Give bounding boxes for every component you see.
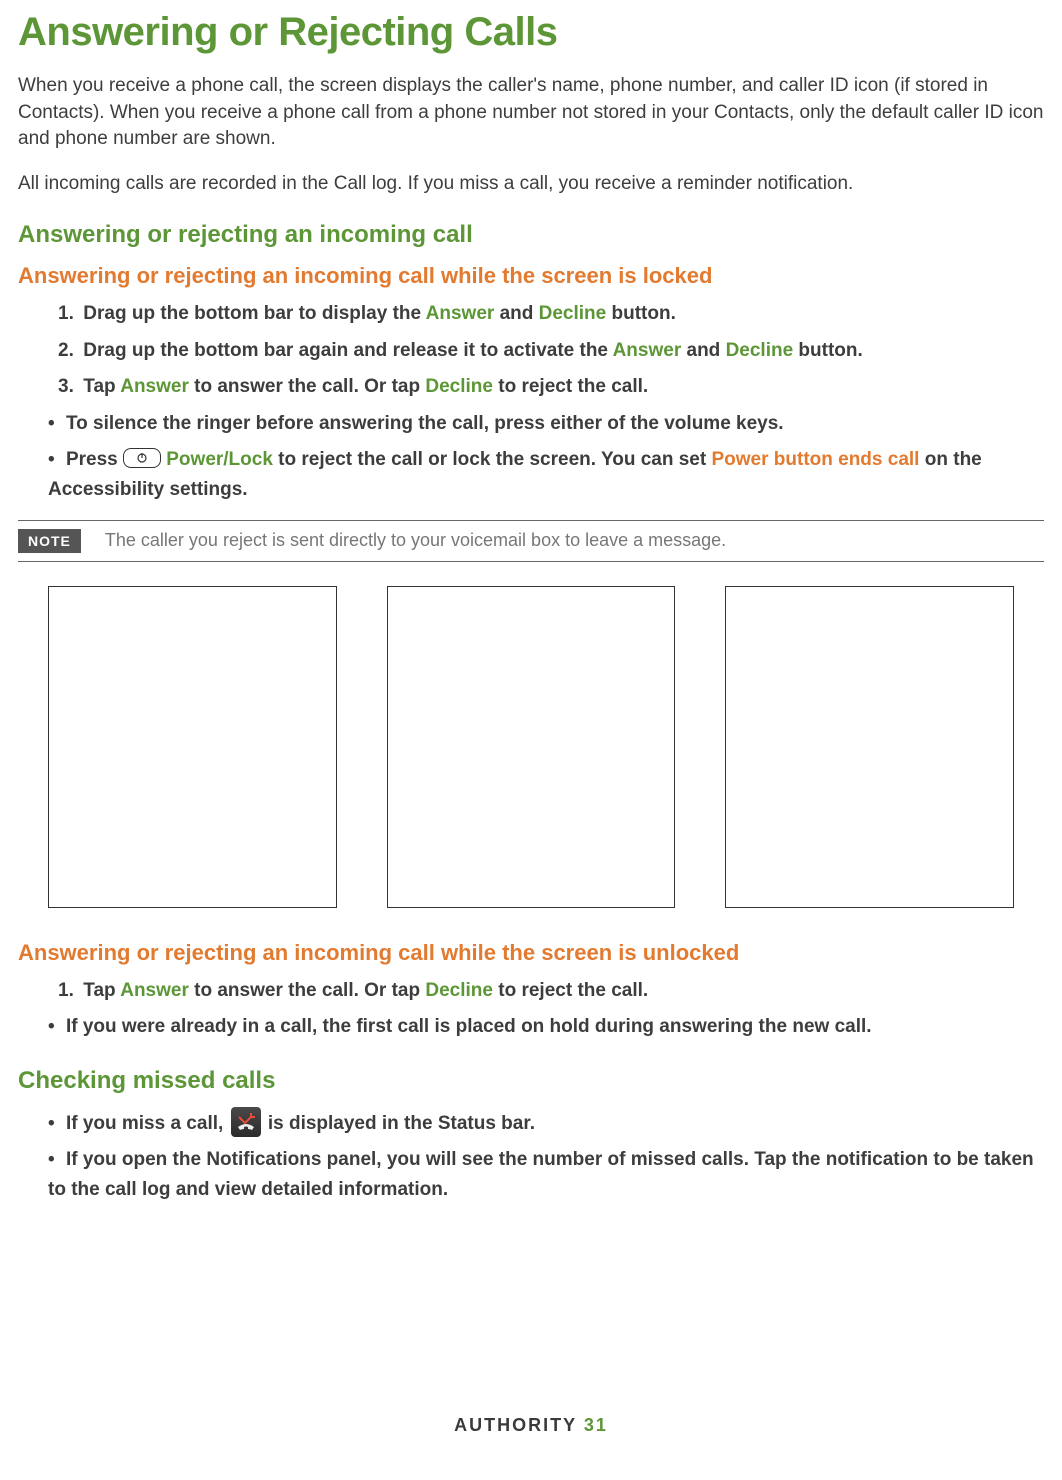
locked-step-1: 1. Drag up the bottom bar to display the… <box>58 299 1044 329</box>
step-text: button. <box>793 340 863 361</box>
page-footer: AUTHORITY 31 <box>18 1415 1044 1436</box>
setting-keyword: Power button ends call <box>711 449 919 470</box>
step-text: to answer the call. Or tap <box>189 376 426 397</box>
missed-bullets: If you miss a call, is displayed in the … <box>18 1109 1044 1206</box>
missed-bullet-icon: If you miss a call, is displayed in the … <box>48 1109 1044 1139</box>
step-text: and <box>494 303 538 324</box>
answer-keyword: Answer <box>613 340 682 361</box>
step-text: button. <box>606 303 676 324</box>
answer-keyword: Answer <box>120 376 189 397</box>
bullet-text: If you were already in a call, the first… <box>66 1016 872 1037</box>
locked-step-2: 2. Drag up the bottom bar again and rele… <box>58 336 1044 366</box>
step-number: 1. <box>58 976 78 1006</box>
step-text: to answer the call. Or tap <box>189 980 426 1001</box>
locked-bullet-silence: To silence the ringer before answering t… <box>48 409 1044 439</box>
note-callout: NOTE The caller you reject is sent direc… <box>18 520 1044 562</box>
step-number: 1. <box>58 299 78 329</box>
step-text: Tap <box>83 980 120 1001</box>
step-text: Tap <box>83 376 120 397</box>
footer-brand: AUTHORITY <box>454 1415 577 1435</box>
missed-call-icon <box>231 1107 261 1137</box>
power-button-icon <box>123 448 161 468</box>
step-text: Drag up the bottom bar again and release… <box>83 340 612 361</box>
step-text: to reject the call. <box>493 376 648 397</box>
bullet-text: is displayed in the Status bar. <box>263 1113 535 1134</box>
intro-paragraph-2: All incoming calls are recorded in the C… <box>18 171 1044 198</box>
decline-keyword: Decline <box>539 303 607 324</box>
step-number: 2. <box>58 336 78 366</box>
locked-bullets: To silence the ringer before answering t… <box>18 409 1044 506</box>
intro-paragraph-1: When you receive a phone call, the scree… <box>18 73 1044 153</box>
unlocked-bullet-hold: If you were already in a call, the first… <box>48 1012 1044 1042</box>
subsection-unlocked-heading: Answering or rejecting an incoming call … <box>18 940 1044 966</box>
decline-keyword: Decline <box>726 340 794 361</box>
screenshot-placeholder-3 <box>725 586 1014 908</box>
bullet-text: to reject the call or lock the screen. Y… <box>273 449 712 470</box>
bullet-text: Press <box>66 449 123 470</box>
locked-bullet-power: Press Power/Lock to reject the call or l… <box>48 445 1044 506</box>
unlocked-bullets: If you were already in a call, the first… <box>18 1012 1044 1042</box>
locked-step-3: 3. Tap Answer to answer the call. Or tap… <box>58 372 1044 402</box>
screenshot-placeholder-2 <box>387 586 676 908</box>
answer-keyword: Answer <box>120 980 189 1001</box>
step-text: and <box>681 340 725 361</box>
unlocked-step-1: 1. Tap Answer to answer the call. Or tap… <box>58 976 1044 1006</box>
screenshot-placeholder-row <box>18 586 1044 908</box>
bullet-text: If you miss a call, <box>66 1113 229 1134</box>
unlocked-steps-list: 1. Tap Answer to answer the call. Or tap… <box>18 976 1044 1006</box>
step-text: Drag up the bottom bar to display the <box>83 303 425 324</box>
step-text: to reject the call. <box>493 980 648 1001</box>
bullet-text: To silence the ringer before answering t… <box>66 413 784 434</box>
answer-keyword: Answer <box>426 303 495 324</box>
section-missed-heading: Checking missed calls <box>18 1067 1044 1095</box>
missed-bullet-panel: If you open the Notifications panel, you… <box>48 1145 1044 1206</box>
screenshot-placeholder-1 <box>48 586 337 908</box>
decline-keyword: Decline <box>425 376 493 397</box>
page-title: Answering or Rejecting Calls <box>18 10 1044 55</box>
locked-steps-list: 1. Drag up the bottom bar to display the… <box>18 299 1044 402</box>
note-text: The caller you reject is sent directly t… <box>105 530 726 551</box>
subsection-locked-heading: Answering or rejecting an incoming call … <box>18 263 1044 289</box>
footer-page-number: 31 <box>584 1415 608 1435</box>
step-number: 3. <box>58 372 78 402</box>
power-lock-keyword: Power/Lock <box>161 449 273 470</box>
section-answer-reject-heading: Answering or rejecting an incoming call <box>18 221 1044 249</box>
note-badge: NOTE <box>18 529 81 553</box>
bullet-text: If you open the Notifications panel, you… <box>48 1149 1034 1200</box>
decline-keyword: Decline <box>425 980 493 1001</box>
